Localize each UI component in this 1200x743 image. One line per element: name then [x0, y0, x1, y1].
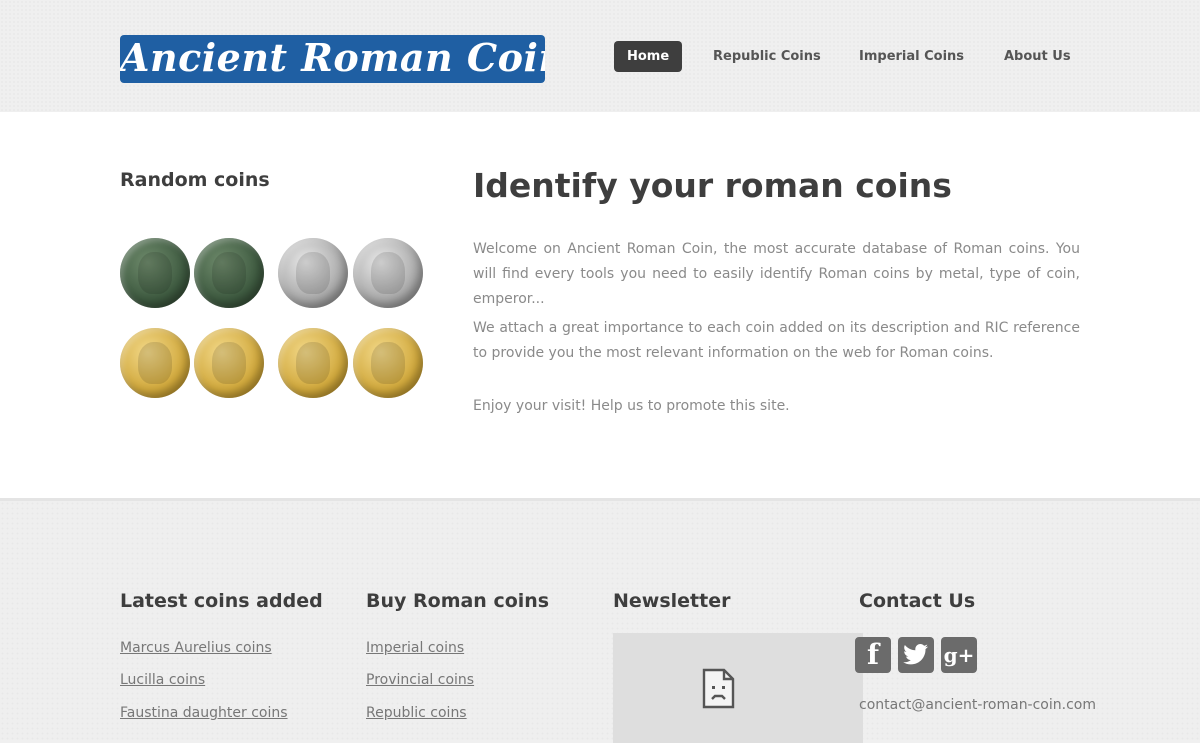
nav-republic-coins[interactable]: Republic Coins	[713, 41, 821, 72]
intro-paragraph: Enjoy your visit! Help us to promote thi…	[473, 398, 790, 414]
footer-link-latest[interactable]: Marcus Aurelius coins	[120, 640, 272, 656]
buy-coins-heading: Buy Roman coins	[366, 590, 550, 612]
random-coins-grid	[120, 236, 425, 400]
nav-home[interactable]: Home	[614, 41, 683, 72]
footer-link-buy[interactable]: Republic coins	[366, 705, 467, 721]
coin-image[interactable]	[120, 328, 190, 398]
coin-image[interactable]	[120, 238, 190, 308]
coin-image[interactable]	[353, 238, 423, 308]
facebook-icon[interactable]: f	[855, 637, 891, 673]
contact-email[interactable]: contact@ancient-roman-coin.com	[859, 697, 1096, 713]
coin-image[interactable]	[278, 238, 348, 308]
latest-coins-heading: Latest coins added	[120, 590, 323, 612]
site-logo[interactable]: Ancient Roman Coin	[120, 35, 545, 83]
broken-document-icon	[702, 668, 735, 709]
intro-paragraph: We attach a great importance to each coi…	[473, 320, 1080, 361]
newsletter-heading: Newsletter	[613, 590, 731, 612]
footer-link-buy[interactable]: Provincial coins	[366, 672, 474, 688]
footer-link-latest[interactable]: Faustina daughter coins	[120, 705, 288, 721]
contact-heading: Contact Us	[859, 590, 976, 612]
coin-image[interactable]	[194, 238, 264, 308]
coin-image[interactable]	[353, 328, 423, 398]
random-coins-heading: Random coins	[120, 169, 270, 191]
page-title: Identify your roman coins	[473, 166, 952, 205]
nav-about-us[interactable]: About Us	[1004, 41, 1071, 72]
footer-link-latest[interactable]: Lucilla coins	[120, 672, 205, 688]
site-header: Ancient Roman Coin Home Republic Coins I…	[0, 0, 1200, 112]
site-footer: Latest coins added Marcus Aurelius coins…	[0, 501, 1200, 743]
coin-image[interactable]	[278, 328, 348, 398]
newsletter-frame[interactable]	[613, 633, 863, 743]
google-plus-icon[interactable]: g+	[941, 637, 977, 673]
intro-paragraph: Welcome on Ancient Roman Coin, the most …	[473, 241, 1080, 307]
coin-image[interactable]	[194, 328, 264, 398]
twitter-icon[interactable]	[898, 637, 934, 673]
main-content: Random coins Identify your roman coins W…	[0, 112, 1200, 498]
footer-link-buy[interactable]: Imperial coins	[366, 640, 464, 656]
nav-imperial-coins[interactable]: Imperial Coins	[859, 41, 964, 72]
